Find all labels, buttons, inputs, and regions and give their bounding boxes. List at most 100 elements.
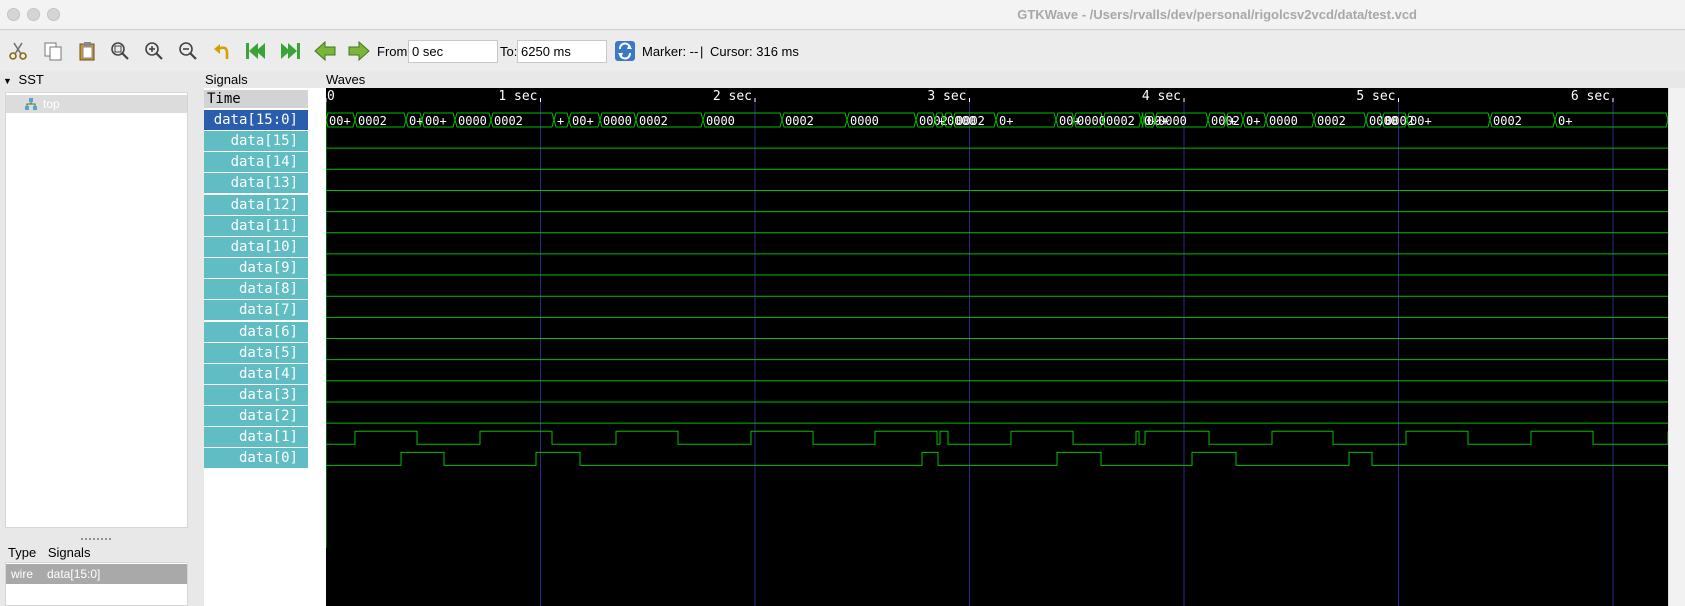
page-right-button[interactable] [346,38,372,64]
zoom-out-button[interactable] [175,38,201,64]
time-tick-label: 5 sec [1356,89,1395,104]
zoom-fit-button[interactable] [107,38,133,64]
title-bar: GTKWave - /Users/rvalls/dev/personal/rig… [0,0,1685,30]
time-tick-label: 0 [327,89,335,104]
copy-button[interactable] [40,38,66,64]
zoom-out-icon [179,42,197,60]
copy-icon [44,42,62,61]
signals-column-header: Signals [47,545,91,560]
pane-splitter-handle[interactable] [80,530,114,540]
cut-button[interactable] [5,38,31,64]
zoom-in-button[interactable] [141,38,167,64]
from-label: From: [377,44,411,59]
bus-value-label: 0002 [639,114,668,128]
type-signals-header: Type Signals [8,545,90,560]
bus-value-label: 0+ [999,114,1013,128]
toolbar-separator: | [700,44,704,59]
window-title: GTKWave - /Users/rvalls/dev/personal/rig… [1017,7,1417,22]
signal-row[interactable]: data[2] [204,406,308,427]
bus-value-label: 0002 [494,114,523,128]
go-to-end-button[interactable] [277,38,303,64]
signal-row[interactable]: data[12] [204,194,308,215]
signal-row[interactable]: data[8] [204,279,308,300]
signals-pane-header: Signals [205,72,248,87]
undo-zoom-button[interactable] [210,38,236,64]
bus-value-label: 00+ [329,114,351,128]
waves-vertical-scrollbar[interactable] [1668,88,1685,606]
time-tick-label: 1 sec [498,89,537,104]
reload-button[interactable] [612,38,638,64]
bus-value-label: 0000 [1077,114,1106,128]
signal-row[interactable]: data[14] [204,152,308,173]
bus-value-label: + [1229,114,1236,128]
type-column-header: Type [8,545,37,560]
signal-row[interactable]: data[9] [204,258,308,279]
gtkwave-window: GTKWave - /Users/rvalls/dev/personal/rig… [0,0,1685,606]
time-tick-label: 2 sec [713,89,752,104]
bus-value-label: 0000 [706,114,735,128]
signal-row[interactable]: data[1] [204,427,308,448]
to-time-field[interactable] [517,40,607,63]
signal-row[interactable]: data[3] [204,384,308,405]
time-label: Time [207,91,241,107]
signal-row[interactable]: data[5] [204,342,308,363]
to-label: To: [500,44,518,59]
time-tick-label: 6 sec [1571,89,1610,104]
bus-value-label: 0+ [409,114,423,128]
tree-item-top[interactable]: top [6,95,187,113]
digital-trace [326,451,1668,466]
signal-row[interactable]: data[0] [204,448,308,469]
signal-row[interactable]: data[15:0] [204,110,308,130]
bus-value-label: 0002 [1317,114,1346,128]
bus-value-label: 0+ [1246,114,1260,128]
type-cell: wire [11,567,34,581]
bus-value-label: 0002 [956,114,985,128]
scissors-icon [9,42,27,60]
cursor-readout: Cursor: 316 ms [710,44,799,59]
grip-icon [81,538,111,540]
from-time-field[interactable] [408,40,498,63]
page-left-button[interactable] [312,38,338,64]
bus-value-label: 0000 [1269,114,1298,128]
bus-value-label: 0000 [1158,114,1187,128]
bus-value-label: 0002 [785,114,814,128]
zoom-in-icon [145,42,163,60]
bus-value-label: 0002 [1106,114,1135,128]
signal-row[interactable]: data[4] [204,363,308,384]
waves-pane-header: Waves [326,72,366,87]
arrow-left-icon [314,41,336,61]
toolbar: From: To: Marker: -- | Cursor: 316 ms [0,31,1685,71]
signals-pane: Time data[15:0] data[15] data[14] data[13] d… [204,88,326,606]
waveform-canvas[interactable]: 0 1 sec 2 sec 3 sec 4 sec 5 sec 6 sec 00+ 0002 0+… [326,88,1668,606]
tree-item-label: top [43,97,60,111]
waves-pane[interactable]: 0 1 sec 2 sec 3 sec 4 sec 5 sec 6 sec 00+ 0002 0+… [326,88,1685,606]
sst-header[interactable]: ▼ SST [3,72,44,88]
bus-value-label: 0000 [850,114,879,128]
bus-value-label: 00+ [425,114,447,128]
go-to-start-button[interactable] [243,38,269,64]
signal-row[interactable]: data[7] [204,300,308,321]
skip-to-start-icon [246,43,265,59]
zoom-fit-icon [111,42,129,60]
bus-value-label: 00+ [572,114,594,128]
bus-value-label: 0002 [358,114,387,128]
undo-arrow-icon [214,44,229,59]
type-signal-list: wire data[15:0] [5,562,188,606]
type-signal-row[interactable]: wire data[15:0] [6,564,187,584]
bus-value-label: 0002 [1493,114,1522,128]
signal-row[interactable]: data[11] [204,215,308,236]
signal-row[interactable]: data[13] [204,173,308,194]
signal-cell: data[15:0] [47,567,101,581]
arrow-right-icon [348,41,370,61]
signal-row[interactable]: data[15] [204,131,308,152]
collapse-triangle-icon: ▼ [3,76,12,86]
bus-value-label: 0+ [1558,114,1572,128]
marker-readout: Marker: -- [642,44,699,59]
clipboard-icon [79,42,95,61]
skip-to-end-icon [281,43,300,59]
time-tick-label: 3 sec [927,89,966,104]
signal-row[interactable]: data[6] [204,321,308,342]
signal-row[interactable]: data[10] [204,236,308,257]
paste-button[interactable] [74,38,100,64]
bus-value-label: 00+ [1410,114,1432,128]
